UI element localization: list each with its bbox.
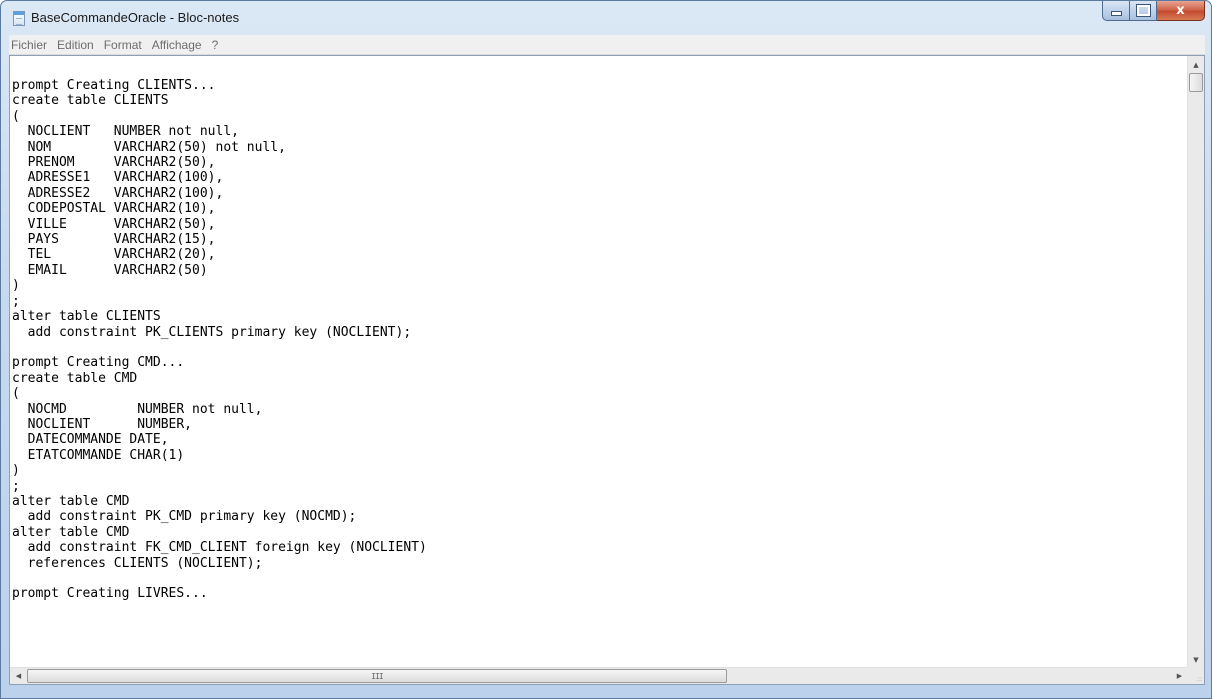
vertical-scrollbar[interactable]: ▲ ▼ <box>1187 56 1204 668</box>
maximize-icon <box>1135 4 1151 17</box>
notepad-window: BaseCommandeOracle - Bloc-notes x Fichie… <box>0 0 1212 699</box>
title-bar[interactable]: BaseCommandeOracle - Bloc-notes x <box>1 1 1211 35</box>
minimize-button[interactable] <box>1102 1 1130 21</box>
maximize-button[interactable] <box>1130 1 1157 21</box>
caption-buttons: x <box>1102 1 1205 21</box>
scroll-right-arrow-icon[interactable]: ▶ <box>1171 668 1188 684</box>
menu-help[interactable]: ? <box>208 38 223 52</box>
horizontal-scroll-thumb[interactable]: III <box>27 669 727 683</box>
resize-grip-dots: .:: <box>1196 676 1202 683</box>
menu-format[interactable]: Format <box>100 38 146 52</box>
vertical-scroll-thumb[interactable] <box>1189 73 1203 92</box>
resize-grip-icon[interactable]: .:: <box>1187 667 1204 684</box>
scroll-left-arrow-icon[interactable]: ◀ <box>10 668 27 684</box>
scroll-down-arrow-icon[interactable]: ▼ <box>1188 651 1204 668</box>
editor-area: prompt Creating CLIENTS... create table … <box>9 55 1205 685</box>
scroll-grip-icon: III <box>371 671 383 681</box>
minimize-icon <box>1110 11 1122 16</box>
notepad-icon[interactable] <box>13 11 25 26</box>
horizontal-scrollbar[interactable]: ◀ III ▶ <box>10 667 1188 684</box>
menu-affichage[interactable]: Affichage <box>148 38 206 52</box>
text-editor[interactable]: prompt Creating CLIENTS... create table … <box>10 56 1188 668</box>
document-text[interactable]: prompt Creating CLIENTS... create table … <box>12 78 1188 602</box>
menu-edition[interactable]: Edition <box>53 38 98 52</box>
window-title: BaseCommandeOracle - Bloc-notes <box>31 10 240 25</box>
menu-bar: Fichier Edition Format Affichage ? <box>9 35 1205 55</box>
scroll-up-arrow-icon[interactable]: ▲ <box>1188 56 1204 73</box>
close-icon: x <box>1176 3 1185 18</box>
menu-fichier[interactable]: Fichier <box>9 38 51 52</box>
close-button[interactable]: x <box>1157 1 1205 21</box>
